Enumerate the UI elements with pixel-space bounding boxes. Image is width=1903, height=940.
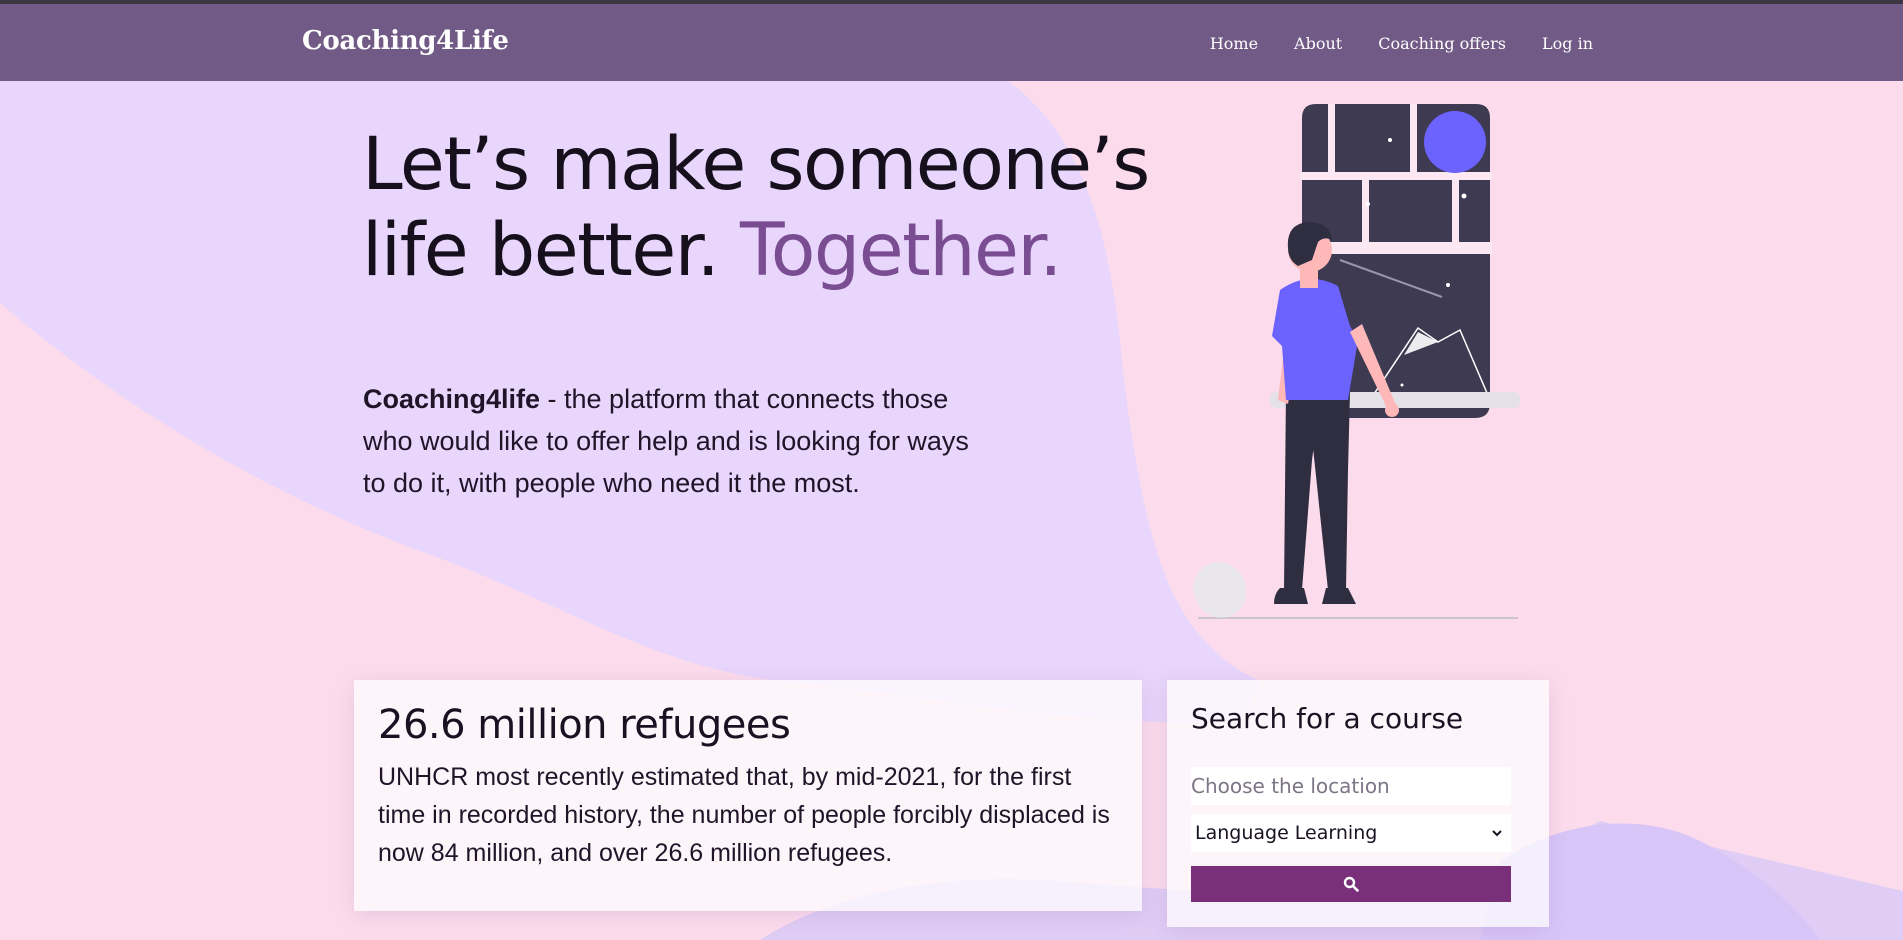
nav-links: Home About Coaching offers Log in <box>1210 34 1593 53</box>
course-search-card: Search for a course Language Learning <box>1167 680 1549 927</box>
location-input[interactable] <box>1191 767 1511 805</box>
search-title: Search for a course <box>1191 702 1464 735</box>
hero-title: Let’s make someone’s life better. Togeth… <box>362 122 1162 294</box>
brand-logo[interactable]: Coaching4Life <box>302 26 509 56</box>
nav-link-log-in[interactable]: Log in <box>1542 34 1593 53</box>
hero-description-brand: Coaching4life <box>363 384 541 414</box>
navbar: Coaching4Life Home About Coaching offers… <box>0 4 1903 81</box>
nav-link-about[interactable]: About <box>1294 34 1342 53</box>
nav-link-coaching-offers[interactable]: Coaching offers <box>1378 34 1506 53</box>
search-button[interactable] <box>1191 866 1511 902</box>
person-at-window-illustration <box>1193 104 1520 619</box>
nav-link-home[interactable]: Home <box>1210 34 1258 53</box>
stat-text: UNHCR most recently estimated that, by m… <box>378 763 1110 867</box>
hero-title-accent: Together. <box>740 208 1062 293</box>
course-category-select[interactable]: Language Learning <box>1191 814 1511 852</box>
course-select-value: Language Learning <box>1195 822 1378 844</box>
search-icon <box>1343 876 1359 892</box>
hero-title-line1: Let’s make someone’s <box>362 122 1150 207</box>
refugees-stat-card: 26.6 million refugees UNHCR most recentl… <box>354 680 1142 911</box>
stat-title: 26.6 million refugees <box>378 702 791 748</box>
chevron-down-icon <box>1492 830 1502 837</box>
hero-title-line2: life better. <box>362 208 720 293</box>
hero-description: Coaching4life - the platform that connec… <box>363 378 973 504</box>
